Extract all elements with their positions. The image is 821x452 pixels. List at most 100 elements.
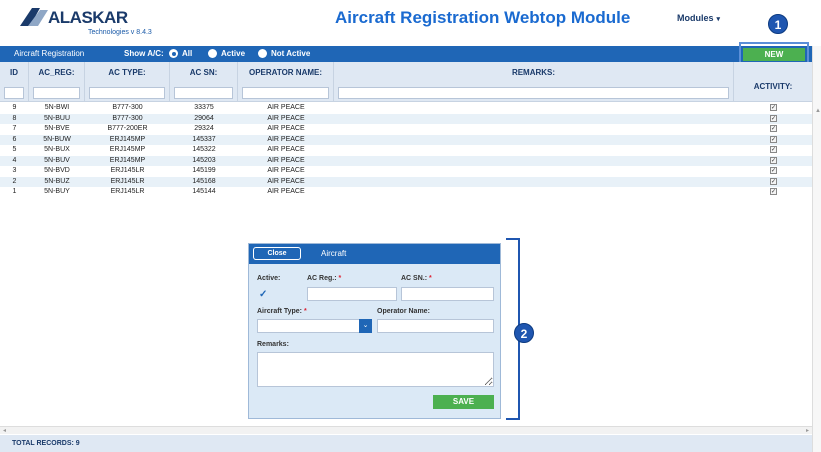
scroll-left-arrow-icon[interactable]: ◂ <box>3 427 6 434</box>
cell-ac-reg: 5N-BUY <box>44 188 70 195</box>
ac-sn-label: AC SN.: * <box>401 275 432 282</box>
column-header-ac-sn[interactable]: AC SN: <box>170 62 238 102</box>
column-header-ac-reg[interactable]: AC_REG: <box>29 62 85 102</box>
activity-checkbox[interactable]: ✓ <box>770 114 777 122</box>
cell-ac-reg: 5N-BUV <box>44 156 70 164</box>
ac-sn-input[interactable] <box>401 287 494 301</box>
cell-ac-reg: 5N-BWI <box>44 104 70 111</box>
table-row[interactable]: 8 5N-BUU B777-300 29064 AIR PEACE ✓ <box>0 113 812 124</box>
total-records: TOTAL RECORDS: 9 <box>12 440 80 447</box>
cell-ac-reg: 5N-BVE <box>44 125 70 132</box>
activity-checkbox[interactable]: ✓ <box>770 104 777 111</box>
cell-ac-sn: 145144 <box>192 188 216 195</box>
column-header-remarks[interactable]: REMARKS: <box>334 62 734 102</box>
activity-checkbox[interactable]: ✓ <box>770 177 777 185</box>
filter-ac-sn-input[interactable] <box>174 87 233 99</box>
modules-menu[interactable]: Modules ▾ <box>677 13 720 23</box>
table-row[interactable]: 3 5N-BVD ERJ145LR 145199 AIR PEACE ✓ <box>0 166 812 177</box>
activity-checkbox[interactable]: ✓ <box>770 135 777 143</box>
horizontal-scrollbar[interactable]: ◂ ▸ <box>0 426 812 434</box>
cell-id: 8 <box>12 114 17 122</box>
cell-operator: AIR PEACE <box>267 167 305 174</box>
activity-checkbox[interactable]: ✓ <box>770 188 777 195</box>
cell-ac-sn: 29324 <box>194 125 214 132</box>
ac-reg-input[interactable] <box>307 287 397 301</box>
column-title: AC SN: <box>189 68 218 77</box>
cell-ac-sn: 145199 <box>192 167 216 174</box>
cell-operator: AIR PEACE <box>267 114 305 122</box>
table-row[interactable]: 5 5N-BUX ERJ145MP 145322 AIR PEACE ✓ <box>0 145 812 156</box>
cell-id: 1 <box>12 188 17 195</box>
cell-ac-sn: 145322 <box>192 146 216 153</box>
aircraft-type-select[interactable] <box>257 319 372 333</box>
radio-all[interactable]: All <box>169 49 192 58</box>
toolbar-title: Aircraft Registration <box>14 49 85 58</box>
filter-remarks-input[interactable] <box>338 87 729 99</box>
table-row[interactable]: 2 5N-BUZ ERJ145LR 145168 AIR PEACE ✓ <box>0 176 812 187</box>
save-button[interactable]: SAVE <box>433 395 494 409</box>
cell-ac-reg: 5N-BVD <box>44 167 70 174</box>
column-header-operator[interactable]: OPERATOR NAME: <box>238 62 334 102</box>
dialog-title: Aircraft <box>321 249 347 258</box>
callout-badge-1: 1 <box>768 14 788 34</box>
logo-text: ALASKAR <box>48 8 128 27</box>
vertical-scrollbar-track[interactable] <box>812 46 821 452</box>
table-row[interactable]: 1 5N-BUY ERJ145LR 145144 AIR PEACE ✓ <box>0 187 812 198</box>
table-row[interactable]: 6 5N-BUW ERJ145MP 145337 AIR PEACE ✓ <box>0 134 812 145</box>
cell-ac-reg: 5N-BUW <box>43 135 71 143</box>
activity-checkbox[interactable]: ✓ <box>770 156 777 164</box>
column-title: ACTIVITY: <box>753 82 793 91</box>
cell-ac-type: ERJ145LR <box>110 167 145 174</box>
filter-ac-reg-input[interactable] <box>33 87 80 99</box>
chevron-down-icon: ▾ <box>716 16 721 23</box>
active-label: Active: <box>257 275 281 282</box>
new-button[interactable]: NEW <box>743 48 805 61</box>
column-header-ac-type[interactable]: AC TYPE: <box>85 62 170 102</box>
operator-name-label: Operator Name: <box>377 308 430 315</box>
chevron-down-icon[interactable]: ⌄ <box>359 319 372 333</box>
scroll-up-arrow-icon[interactable]: ▲ <box>815 108 821 114</box>
activity-checkbox[interactable]: ✓ <box>770 146 777 153</box>
activity-checkbox[interactable]: ✓ <box>770 167 777 174</box>
column-header-id[interactable]: ID <box>0 62 29 102</box>
table-row[interactable]: 4 5N-BUV ERJ145MP 145203 AIR PEACE ✓ <box>0 155 812 166</box>
close-button[interactable]: Close <box>253 247 301 260</box>
activity-checkbox[interactable]: ✓ <box>770 125 777 132</box>
column-title: AC TYPE: <box>108 68 146 77</box>
column-title: AC_REG: <box>38 68 75 77</box>
cell-ac-type: B777-300 <box>112 104 143 111</box>
column-header-activity[interactable]: ACTIVITY: <box>734 62 812 102</box>
grid-toolbar: Aircraft Registration Show A/C: All Acti… <box>0 46 812 62</box>
company-logo: ALASKAR Technologies v 8.4.3 <box>18 4 152 40</box>
table-row[interactable]: 9 5N-BWI B777-300 33375 AIR PEACE ✓ <box>0 103 812 114</box>
table-row[interactable]: 7 5N-BVE B777-200ER 29324 AIR PEACE ✓ <box>0 124 812 135</box>
radio-unselected-icon <box>208 49 217 58</box>
cell-ac-reg: 5N-BUU <box>43 114 71 122</box>
cell-ac-type: B777-200ER <box>107 125 148 132</box>
cell-id: 7 <box>12 125 17 132</box>
required-mark: * <box>303 308 307 315</box>
filter-ac-type-input[interactable] <box>89 87 165 99</box>
required-mark: * <box>338 275 342 282</box>
cell-ac-sn: 29064 <box>194 114 214 122</box>
logo-version: Technologies v 8.4.3 <box>88 29 152 36</box>
cell-operator: AIR PEACE <box>267 177 305 185</box>
radio-all-label: All <box>182 49 193 58</box>
callout-badge-2: 2 <box>514 323 534 343</box>
radio-not-active[interactable]: Not Active <box>258 49 310 58</box>
cell-operator: AIR PEACE <box>267 146 305 153</box>
check-icon[interactable]: ✓ <box>259 289 267 300</box>
filter-id-input[interactable] <box>4 87 24 99</box>
page-title: Aircraft Registration Webtop Module <box>335 8 631 27</box>
filter-operator-input[interactable] <box>242 87 329 99</box>
operator-name-input[interactable] <box>377 319 494 333</box>
cell-id: 3 <box>12 167 17 174</box>
cell-operator: AIR PEACE <box>267 104 305 111</box>
cell-id: 4 <box>12 156 17 164</box>
scroll-right-arrow-icon[interactable]: ▸ <box>806 427 809 434</box>
radio-active[interactable]: Active <box>208 49 245 58</box>
cell-ac-type: ERJ145MP <box>109 156 146 164</box>
remarks-textarea[interactable] <box>257 352 494 387</box>
radio-not-active-label: Not Active <box>271 49 311 58</box>
column-title: OPERATOR NAME: <box>248 68 323 77</box>
